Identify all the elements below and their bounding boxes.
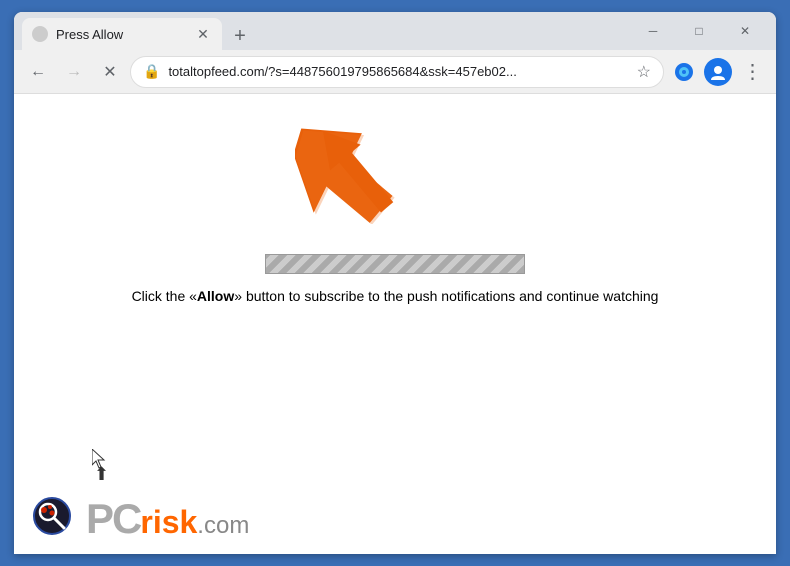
mouse-cursor bbox=[92, 449, 108, 474]
extension-icon[interactable] bbox=[668, 56, 700, 88]
browser-window: Press Allow ✕ + ─ □ ✕ ← → ✕ 🔒 totaltopfe… bbox=[14, 12, 776, 554]
forward-button[interactable]: → bbox=[58, 56, 90, 88]
maximize-button[interactable]: □ bbox=[676, 16, 722, 46]
tab-title: Press Allow bbox=[56, 27, 186, 42]
profile-button[interactable] bbox=[702, 56, 734, 88]
address-text: totaltopfeed.com/?s=448756019795865684&s… bbox=[168, 64, 628, 79]
lock-icon: 🔒 bbox=[143, 63, 160, 80]
instruction-suffix: » button to subscribe to the push notifi… bbox=[234, 288, 658, 304]
orange-arrow bbox=[295, 114, 415, 224]
pcrisk-text-group: PCrisk.com bbox=[86, 495, 249, 543]
tab-bar: Press Allow ✕ + ─ □ ✕ bbox=[14, 12, 776, 50]
close-button[interactable]: ✕ bbox=[722, 16, 768, 46]
tab-favicon bbox=[32, 26, 48, 42]
reload-button[interactable]: ✕ bbox=[94, 56, 126, 88]
pcrisk-logo: PCrisk.com bbox=[14, 484, 265, 554]
toolbar-right: ⋮ bbox=[668, 56, 768, 88]
active-tab[interactable]: Press Allow ✕ bbox=[22, 18, 222, 50]
arrow-area bbox=[14, 94, 776, 224]
window-controls: ─ □ ✕ bbox=[630, 16, 768, 50]
dot-com-text: .com bbox=[197, 512, 249, 539]
profile-icon bbox=[704, 58, 732, 86]
address-bar[interactable]: 🔒 totaltopfeed.com/?s=448756019795865684… bbox=[130, 56, 664, 88]
minimize-button[interactable]: ─ bbox=[630, 16, 676, 46]
instruction-text: Click the «Allow» button to subscribe to… bbox=[116, 286, 675, 307]
bookmark-icon[interactable]: ☆ bbox=[637, 62, 651, 82]
risk-text: risk bbox=[140, 504, 197, 540]
menu-button[interactable]: ⋮ bbox=[736, 56, 768, 88]
toolbar: ← → ✕ 🔒 totaltopfeed.com/?s=448756019795… bbox=[14, 50, 776, 94]
new-tab-button[interactable]: + bbox=[226, 22, 254, 50]
pcrisk-icon bbox=[30, 494, 80, 544]
progress-bar bbox=[265, 254, 525, 274]
progress-bar-container bbox=[265, 254, 525, 274]
tab-close-button[interactable]: ✕ bbox=[194, 25, 212, 43]
pc-text: PC bbox=[86, 495, 140, 542]
back-button[interactable]: ← bbox=[22, 56, 54, 88]
instruction-allow: Allow bbox=[197, 288, 234, 304]
page-content: Click the «Allow» button to subscribe to… bbox=[14, 94, 776, 554]
instruction-prefix: Click the « bbox=[132, 288, 197, 304]
